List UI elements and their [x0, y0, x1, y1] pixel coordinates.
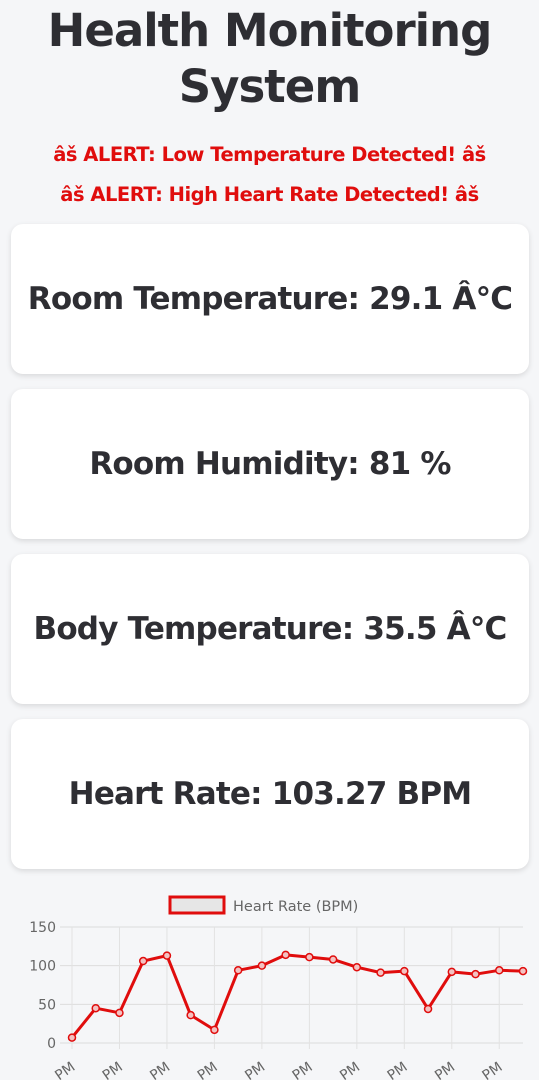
y-tick-label: 150 [29, 920, 56, 936]
heart-rate-point [115, 1008, 124, 1018]
heart-rate-point [186, 1010, 195, 1020]
heart-rate-point [210, 1025, 219, 1035]
heart-rate-point [305, 952, 314, 962]
heart-rate-line [70, 953, 524, 1039]
heart-rate-point [91, 1003, 100, 1013]
heart-rate-point [352, 962, 362, 972]
high-heart-rate-alert: âš ALERT: High Heart Rate Detected! âš [60, 183, 479, 206]
x-tick-label: PM [480, 1059, 506, 1080]
page-title-line-2: System [178, 60, 361, 113]
heart-rate-card: Heart Rate: 103.27 BPM [11, 719, 529, 869]
heart-rate-point [162, 951, 172, 960]
room-temperature-card: Room Temperature: 29.1 Â°C [11, 224, 529, 374]
heart-rate-series [67, 950, 528, 1042]
heart-rate-chart-svg: Heart Rate (BPM) 050100150 PM PM PM PM PM PM P… [29, 895, 528, 1080]
body-temperature-value: Body Temperature: 35.5 Â°C [33, 611, 507, 647]
y-axis-ticks: 0 50 100 150 [29, 920, 56, 1052]
low-temperature-alert: âš ALERT: Low Temperature Detected! âš [53, 143, 486, 166]
x-tick-label: PM [290, 1059, 316, 1080]
y-tick-label: 0 [47, 1036, 56, 1052]
heart-rate-point [328, 955, 338, 964]
room-humidity-value: Room Humidity: 81 % [89, 446, 451, 482]
legend-swatch [168, 895, 226, 915]
y-tick-label: 50 [38, 997, 56, 1013]
legend-label: Heart Rate (BPM) [233, 899, 358, 915]
x-tick-label: PM [337, 1059, 363, 1080]
x-tick-label: PM [147, 1059, 173, 1080]
room-humidity-card: Room Humidity: 81 % [11, 389, 529, 539]
heart-rate-point [67, 1033, 77, 1042]
heart-rate-point [257, 961, 267, 970]
x-tick-label: PM [242, 1059, 268, 1080]
page-title: Health Monitoring System [0, 0, 539, 115]
heart-rate-point [281, 950, 290, 960]
x-tick-label: PM [52, 1059, 78, 1080]
x-tick-label: PM [432, 1059, 458, 1080]
heart-rate-point [518, 966, 528, 976]
heart-rate-point [447, 967, 457, 977]
heart-rate-value: Heart Rate: 103.27 BPM [68, 776, 472, 812]
heart-rate-point [471, 969, 480, 979]
room-temperature-value: Room Temperature: 29.1 Â°C [27, 281, 513, 317]
health-dashboard: Health Monitoring System âš ALERT: Low T… [0, 0, 539, 1080]
page-title-line-1: Health Monitoring [47, 4, 493, 57]
heart-rate-point [495, 966, 504, 975]
chart-legend: Heart Rate (BPM) [168, 895, 358, 915]
x-tick-label: PM [100, 1059, 126, 1080]
x-tick-label: PM [195, 1059, 221, 1080]
x-axis-ticks: PM PM PM PM PM PM PM PM PM PM [52, 1059, 505, 1080]
body-temperature-card: Body Temperature: 35.5 Â°C [11, 554, 529, 704]
heart-rate-point [423, 1004, 433, 1014]
y-tick-label: 100 [29, 959, 56, 975]
x-tick-label: PM [385, 1059, 411, 1080]
heart-rate-point [400, 966, 409, 976]
heart-rate-point [138, 956, 148, 966]
heart-rate-point [376, 968, 385, 977]
heart-rate-point [233, 966, 243, 975]
heart-rate-chart: Heart Rate (BPM) 0 50 100 150 PM PM PM PM PM PM P… [0, 885, 539, 1080]
